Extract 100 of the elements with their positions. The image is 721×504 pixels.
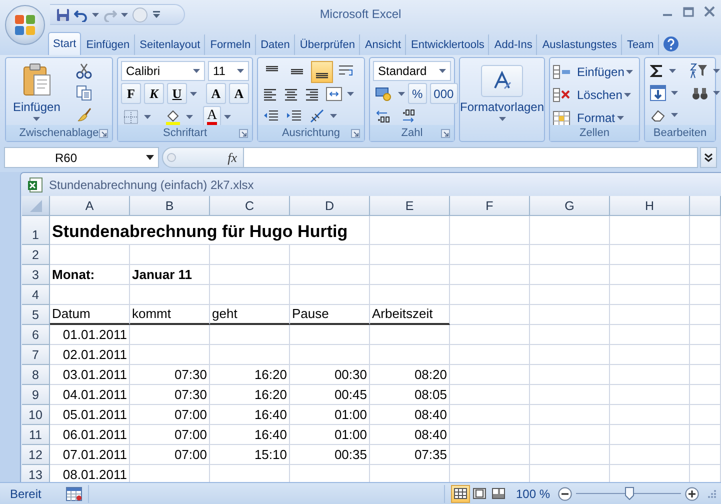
normal-view-icon[interactable] xyxy=(454,488,467,499)
grid-cell[interactable] xyxy=(370,285,450,305)
table-cell[interactable]: 15:10 xyxy=(210,445,290,465)
squares-icon[interactable] xyxy=(13,13,37,37)
grid-cell[interactable] xyxy=(610,425,690,445)
grid-cell[interactable] xyxy=(530,365,610,385)
table-cell[interactable]: 08:20 xyxy=(370,365,450,385)
maximize-icon[interactable] xyxy=(683,6,694,17)
table-cell[interactable]: 00:45 xyxy=(290,385,370,405)
row-header[interactable]: 9 xyxy=(22,385,50,405)
grid-cell[interactable] xyxy=(610,445,690,465)
office-menu-button[interactable] xyxy=(5,5,45,45)
grid-cell[interactable] xyxy=(690,216,721,245)
row-header[interactable]: 1 xyxy=(22,216,50,245)
insert-cells-icon[interactable] xyxy=(553,64,571,78)
page-break-icon[interactable] xyxy=(492,488,505,499)
grid-cell[interactable] xyxy=(290,345,370,365)
grid-cell[interactable] xyxy=(450,445,530,465)
formula-input[interactable] xyxy=(244,147,698,168)
grid-cell[interactable] xyxy=(450,265,530,285)
grid-cell[interactable] xyxy=(210,245,290,265)
row-header[interactable]: 3 xyxy=(22,265,50,285)
underline-button[interactable]: U xyxy=(167,83,187,104)
indent-icon[interactable] xyxy=(286,109,302,123)
table-cell[interactable]: 00:35 xyxy=(290,445,370,465)
column-header[interactable]: A xyxy=(50,196,130,216)
grid-cell[interactable] xyxy=(610,305,690,325)
cells-menu-button[interactable]: Löschen xyxy=(574,84,634,105)
font-name-field[interactable]: Calibri xyxy=(121,61,205,81)
grid-cell[interactable]: Stundenabrechnung für Hugo Hurtig xyxy=(50,216,370,245)
grid-cell[interactable] xyxy=(130,345,210,365)
table-cell[interactable]: 07:00 xyxy=(130,445,210,465)
grid-cell[interactable] xyxy=(50,285,130,305)
grid-cell[interactable] xyxy=(690,285,721,305)
row-header[interactable]: 5 xyxy=(22,305,50,325)
grid-cell[interactable] xyxy=(370,325,450,345)
grid-cell[interactable] xyxy=(610,325,690,345)
grid-cell[interactable] xyxy=(610,345,690,365)
undo-icon[interactable] xyxy=(74,8,88,22)
grid-cell[interactable] xyxy=(690,425,721,445)
eraser-icon[interactable] xyxy=(650,108,666,122)
grid-cell[interactable] xyxy=(450,325,530,345)
grid-cell[interactable] xyxy=(210,325,290,345)
table-cell[interactable]: 07:35 xyxy=(370,445,450,465)
grid-cell[interactable] xyxy=(450,385,530,405)
grid-cell[interactable] xyxy=(450,405,530,425)
grid-cell[interactable] xyxy=(530,265,610,285)
grid-cell[interactable] xyxy=(610,216,690,245)
table-cell[interactable]: Pause xyxy=(290,305,370,325)
save-icon[interactable] xyxy=(56,8,70,22)
ribbon-tab[interactable]: Start xyxy=(48,32,82,55)
grid-cell[interactable] xyxy=(130,285,210,305)
grid-cell[interactable] xyxy=(530,425,610,445)
grid-cell[interactable] xyxy=(450,285,530,305)
column-header[interactable]: H xyxy=(610,196,690,216)
brush-icon[interactable] xyxy=(76,107,92,123)
macro-record-icon[interactable] xyxy=(66,486,82,500)
row-header[interactable]: 13 xyxy=(22,465,50,482)
grid-cell[interactable] xyxy=(50,245,130,265)
grid-cell[interactable] xyxy=(370,216,450,245)
grid-cell[interactable] xyxy=(450,245,530,265)
grid-cell[interactable] xyxy=(210,345,290,365)
dialog-launcher-icon[interactable] xyxy=(239,129,248,138)
zoom-slider[interactable] xyxy=(576,486,681,500)
column-header[interactable]: F xyxy=(450,196,530,216)
fill-bucket-icon[interactable] xyxy=(165,108,181,124)
grid-cell[interactable] xyxy=(130,325,210,345)
zoom-level[interactable]: 100 % xyxy=(516,486,550,500)
clipboard-icon[interactable] xyxy=(22,63,52,97)
page-layout-icon[interactable] xyxy=(472,488,486,499)
table-cell[interactable]: 01:00 xyxy=(290,405,370,425)
grid-cell[interactable] xyxy=(210,265,290,285)
row-header[interactable]: 11 xyxy=(22,425,50,445)
cells-menu-button[interactable]: Format xyxy=(574,107,628,128)
grid-cell[interactable] xyxy=(530,285,610,305)
grid-cell[interactable] xyxy=(290,325,370,345)
grid-cell[interactable] xyxy=(450,345,530,365)
view-button[interactable] xyxy=(450,484,470,502)
grid-cell[interactable] xyxy=(610,265,690,285)
table-cell[interactable]: 16:20 xyxy=(210,365,290,385)
align-button[interactable] xyxy=(311,60,333,82)
grid-cell[interactable] xyxy=(530,385,610,405)
grid-cell[interactable] xyxy=(610,285,690,305)
grid-cell[interactable] xyxy=(450,305,530,325)
paste-button[interactable]: Einfügen xyxy=(9,61,64,125)
column-header[interactable]: D xyxy=(290,196,370,216)
column-header[interactable]: G xyxy=(530,196,610,216)
grid-cell[interactable] xyxy=(690,245,721,265)
table-cell[interactable]: 07:00 xyxy=(130,425,210,445)
grid-cell[interactable] xyxy=(450,365,530,385)
grid-cell[interactable] xyxy=(450,216,530,245)
grid-cell[interactable] xyxy=(610,405,690,425)
percent-button[interactable]: % xyxy=(408,83,427,104)
grid-cell[interactable] xyxy=(530,216,610,245)
table-cell[interactable]: geht xyxy=(210,305,290,325)
column-header[interactable]: B xyxy=(130,196,210,216)
slider-thumb[interactable] xyxy=(624,486,634,500)
merge-icon[interactable] xyxy=(326,87,342,101)
grid-cell[interactable] xyxy=(690,405,721,425)
caret-icon[interactable] xyxy=(146,155,154,160)
